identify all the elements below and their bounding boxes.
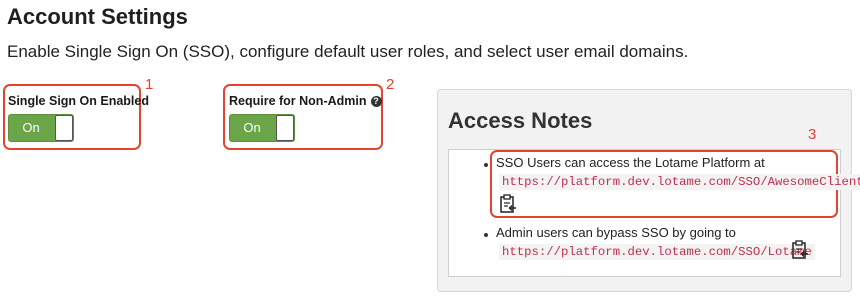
require-non-admin-toggle[interactable]: On (229, 114, 295, 142)
sso-enabled-label: Single Sign On Enabled (8, 94, 149, 108)
sso-enabled-toggle[interactable]: On (8, 114, 74, 142)
access-notes-list: SSO Users can access the Lotame Platform… (448, 149, 860, 277)
clipboard-icon[interactable] (499, 194, 517, 214)
clipboard-icon[interactable] (791, 240, 809, 260)
toggle-on-label: On (22, 120, 40, 135)
sso-users-note: SSO Users can access the Lotame Platform… (496, 155, 765, 170)
toggle-knob[interactable] (276, 115, 294, 141)
access-notes-title: Access Notes (448, 108, 593, 133)
annotation-number-2: 2 (386, 76, 395, 93)
annotation-number-1: 1 (145, 76, 154, 93)
admin-bypass-note: Admin users can bypass SSO by going to (496, 225, 736, 240)
list-bullet (484, 163, 488, 167)
require-non-admin-label-text: Require for Non-Admin (229, 94, 367, 108)
help-icon[interactable]: ? (370, 96, 382, 107)
admin-bypass-url[interactable]: https://platform.dev.lotame.com/SSO/Lota… (499, 244, 815, 260)
toggle-on-label: On (243, 120, 261, 135)
page-subtitle: Enable Single Sign On (SSO), configure d… (7, 42, 689, 61)
sso-client-url[interactable]: https://platform.dev.lotame.com/SSO/Awes… (499, 174, 860, 190)
toggle-knob[interactable] (55, 115, 73, 141)
require-non-admin-label: Require for Non-Admin? (229, 94, 382, 108)
annotation-number-3: 3 (808, 126, 817, 143)
access-notes-panel: Access Notes 3 SSO Users can access the … (437, 89, 860, 292)
page-title: Account Settings (7, 4, 188, 29)
list-bullet (484, 233, 488, 237)
